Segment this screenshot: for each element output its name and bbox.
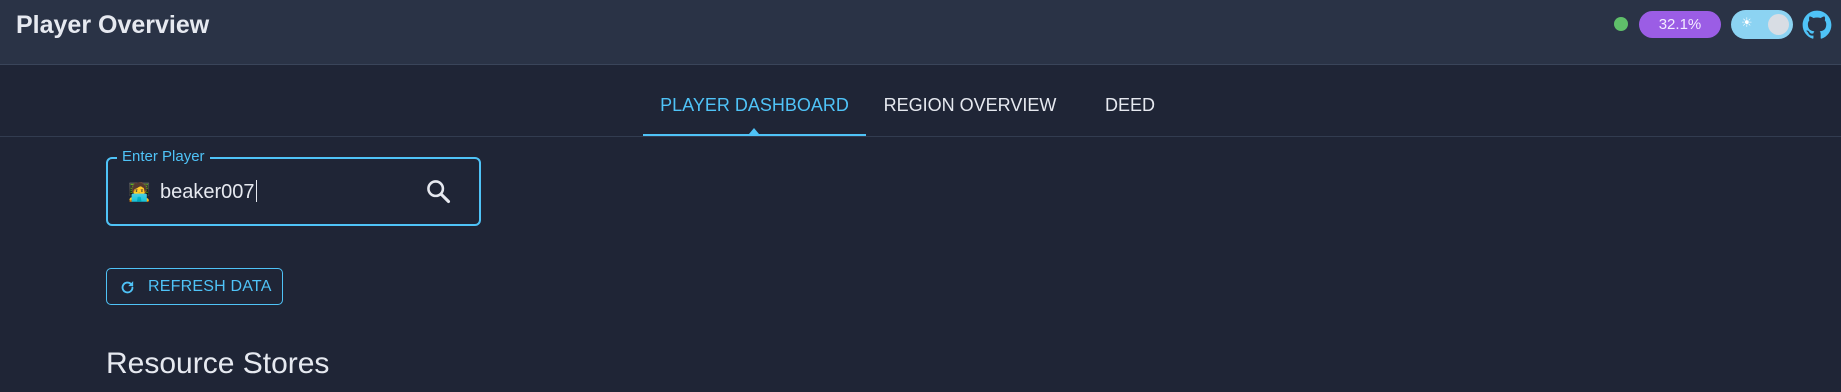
connection-status-dot [1614, 17, 1628, 31]
player-field-label: Enter Player [117, 148, 210, 166]
refresh-icon [121, 281, 134, 294]
active-tab-indicator [643, 134, 866, 136]
player-search-field[interactable]: Enter Player 🧑‍💻 beaker007 [106, 148, 481, 226]
github-icon[interactable] [1802, 10, 1832, 40]
toggle-knob [1768, 14, 1789, 35]
player-emoji-icon: 🧑‍💻 [128, 182, 151, 202]
refresh-data-label: REFRESH DATA [148, 278, 272, 295]
theme-toggle[interactable]: ☀ [1731, 10, 1793, 39]
tab-deed[interactable]: DEED [1085, 66, 1175, 136]
tab-player-dashboard[interactable]: PLAYER DASHBOARD [643, 66, 866, 136]
refresh-data-button[interactable]: REFRESH DATA [106, 268, 283, 305]
page-title: Player Overview [16, 11, 210, 39]
tab-region-overview[interactable]: REGION OVERVIEW [875, 66, 1065, 136]
resource-stores-heading: Resource Stores [106, 347, 330, 380]
percent-badge: 32.1% [1639, 11, 1721, 38]
search-icon[interactable] [424, 177, 452, 205]
player-input-value: beaker007 [160, 181, 255, 203]
app-bar: Player Overview 32.1% ☀ [0, 0, 1841, 65]
text-caret [255, 180, 257, 202]
player-input[interactable]: beaker007 [160, 179, 257, 205]
main-tabs: PLAYER DASHBOARD REGION OVERVIEW DEED [0, 66, 1841, 137]
sun-icon: ☀ [1741, 15, 1753, 30]
